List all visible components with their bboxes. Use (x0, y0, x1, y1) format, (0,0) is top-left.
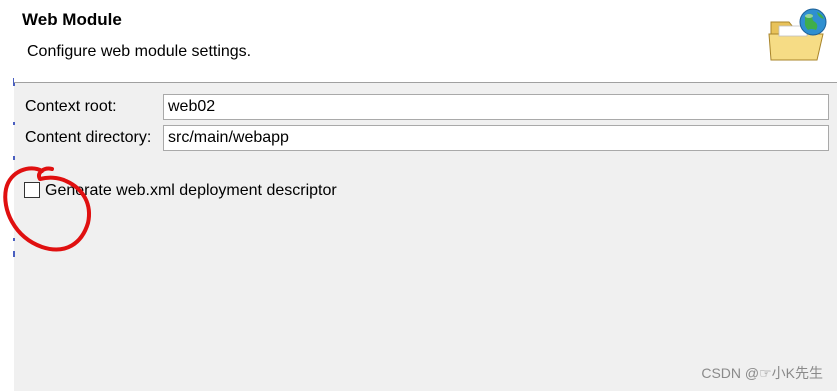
watermark-text: CSDN @☞小K先生 (701, 365, 823, 381)
settings-form: Context root: Content directory: Generat… (3, 83, 837, 391)
page-description: Configure web module settings. (27, 43, 252, 60)
content-directory-row: Content directory: (14, 125, 837, 151)
content-directory-label: Content directory: (25, 129, 152, 146)
web-folder-globe-icon (768, 8, 827, 61)
generate-descriptor-checkbox[interactable] (24, 182, 40, 198)
context-root-input[interactable] (163, 94, 829, 120)
red-circle-annotation (3, 166, 91, 252)
generate-descriptor-option[interactable]: Generate web.xml deployment descriptor (24, 181, 524, 201)
context-root-label: Context root: (25, 98, 117, 115)
content-directory-input[interactable] (163, 125, 829, 151)
page-title: Web Module (22, 10, 122, 29)
wizard-header: Web Module Configure web module settings… (14, 0, 837, 83)
wizard-page: Web Module Configure web module settings… (0, 0, 837, 391)
context-root-row: Context root: (14, 94, 837, 120)
left-edge-strip (0, 0, 15, 391)
generate-descriptor-label[interactable]: Generate web.xml deployment descriptor (45, 182, 337, 200)
